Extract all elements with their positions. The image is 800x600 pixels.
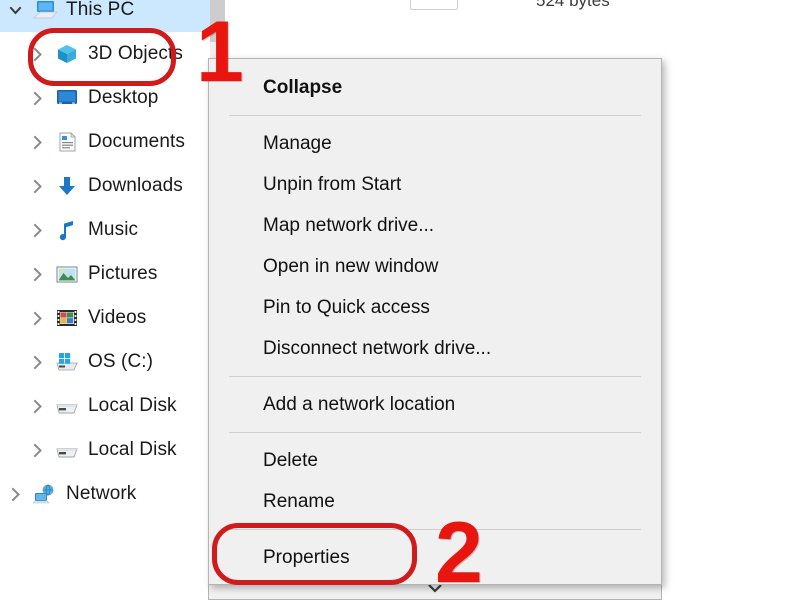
tree-item-label: Music xyxy=(88,219,139,240)
chevron-right-icon[interactable] xyxy=(22,399,52,414)
tree-item-pictures[interactable]: Pictures xyxy=(0,252,210,296)
local-disk-icon xyxy=(52,393,82,419)
chevron-down-icon[interactable] xyxy=(0,3,30,18)
file-checkbox[interactable] xyxy=(410,0,458,10)
menu-item-open-in-new-window[interactable]: Open in new window xyxy=(209,246,661,287)
tree-item-label: Videos xyxy=(88,307,147,328)
tree-item-documents[interactable]: Documents xyxy=(0,120,210,164)
menu-item-manage[interactable]: Manage xyxy=(209,123,661,164)
chevron-right-icon[interactable] xyxy=(22,47,52,62)
file-size-text: 524 bytes xyxy=(536,0,610,10)
step-number-2: 2 xyxy=(435,505,483,600)
tree-item-label: Local Disk xyxy=(88,439,177,460)
tree-item-label: Documents xyxy=(88,131,185,152)
tree-item-network[interactable]: Network xyxy=(0,472,210,516)
tree-item-music[interactable]: Music xyxy=(0,208,210,252)
tree-item-label: OS (C:) xyxy=(88,351,154,372)
local-disk-icon xyxy=(52,437,82,463)
screenshot-root: Pictures This PC 3D Objects Desktop Documen… xyxy=(0,0,800,600)
tree-item-this-pc[interactable]: This PC xyxy=(0,0,210,32)
menu-item-pin-to-quick-access[interactable]: Pin to Quick access xyxy=(209,287,661,328)
chevron-right-icon[interactable] xyxy=(22,223,52,238)
tree-item-local-disk[interactable]: Local Disk xyxy=(0,428,210,472)
music-icon xyxy=(52,217,82,243)
file-list-row[interactable]: 524 bytes xyxy=(225,0,610,13)
this-pc-icon xyxy=(30,0,60,23)
tree-item-label: Pictures xyxy=(88,263,158,284)
chevron-right-icon[interactable] xyxy=(22,91,52,106)
chevron-right-icon[interactable] xyxy=(22,267,52,282)
tree-item-videos[interactable]: Videos xyxy=(0,296,210,340)
navigation-pane: Pictures This PC 3D Objects Desktop Documen… xyxy=(0,0,210,588)
tree-item-3d-objects[interactable]: 3D Objects xyxy=(0,32,210,76)
tree-item-label: Local Disk xyxy=(88,395,177,416)
tree-item-os-c[interactable]: OS (C:) xyxy=(0,340,210,384)
os-drive-icon xyxy=(52,349,82,375)
folder-tree: This PC 3D Objects Desktop Documents Downloa… xyxy=(0,0,210,516)
menu-separator xyxy=(229,115,641,116)
chevron-right-icon[interactable] xyxy=(22,443,52,458)
step-number-1: 1 xyxy=(196,4,244,100)
tree-item-label: 3D Objects xyxy=(88,43,183,64)
network-icon xyxy=(30,481,60,507)
chevron-right-icon[interactable] xyxy=(0,487,30,502)
chevron-right-icon[interactable] xyxy=(22,355,52,370)
tree-item-label: Network xyxy=(66,483,137,504)
tree-item-downloads[interactable]: Downloads xyxy=(0,164,210,208)
tree-item-label: Downloads xyxy=(88,175,183,196)
tree-item-label: Desktop xyxy=(88,87,159,108)
chevron-right-icon[interactable] xyxy=(22,179,52,194)
menu-item-add-a-network-location[interactable]: Add a network location xyxy=(209,384,661,425)
pictures-icon xyxy=(52,261,82,287)
documents-icon xyxy=(52,129,82,155)
menu-item-disconnect-network-drive[interactable]: Disconnect network drive... xyxy=(209,328,661,369)
menu-item-delete[interactable]: Delete xyxy=(209,440,661,481)
videos-icon xyxy=(52,305,82,331)
chevron-right-icon[interactable] xyxy=(22,311,52,326)
tree-item-desktop[interactable]: Desktop xyxy=(0,76,210,120)
tree-item-label: This PC xyxy=(66,0,135,20)
downloads-icon xyxy=(52,173,82,199)
menu-item-collapse[interactable]: Collapse xyxy=(209,67,661,108)
chevron-right-icon[interactable] xyxy=(22,135,52,150)
tree-item-local-disk[interactable]: Local Disk xyxy=(0,384,210,428)
menu-separator xyxy=(229,376,641,377)
menu-separator xyxy=(229,432,641,433)
3d-objects-icon xyxy=(52,41,82,67)
menu-item-unpin-from-start[interactable]: Unpin from Start xyxy=(209,164,661,205)
menu-item-map-network-drive[interactable]: Map network drive... xyxy=(209,205,661,246)
desktop-icon xyxy=(52,85,82,111)
